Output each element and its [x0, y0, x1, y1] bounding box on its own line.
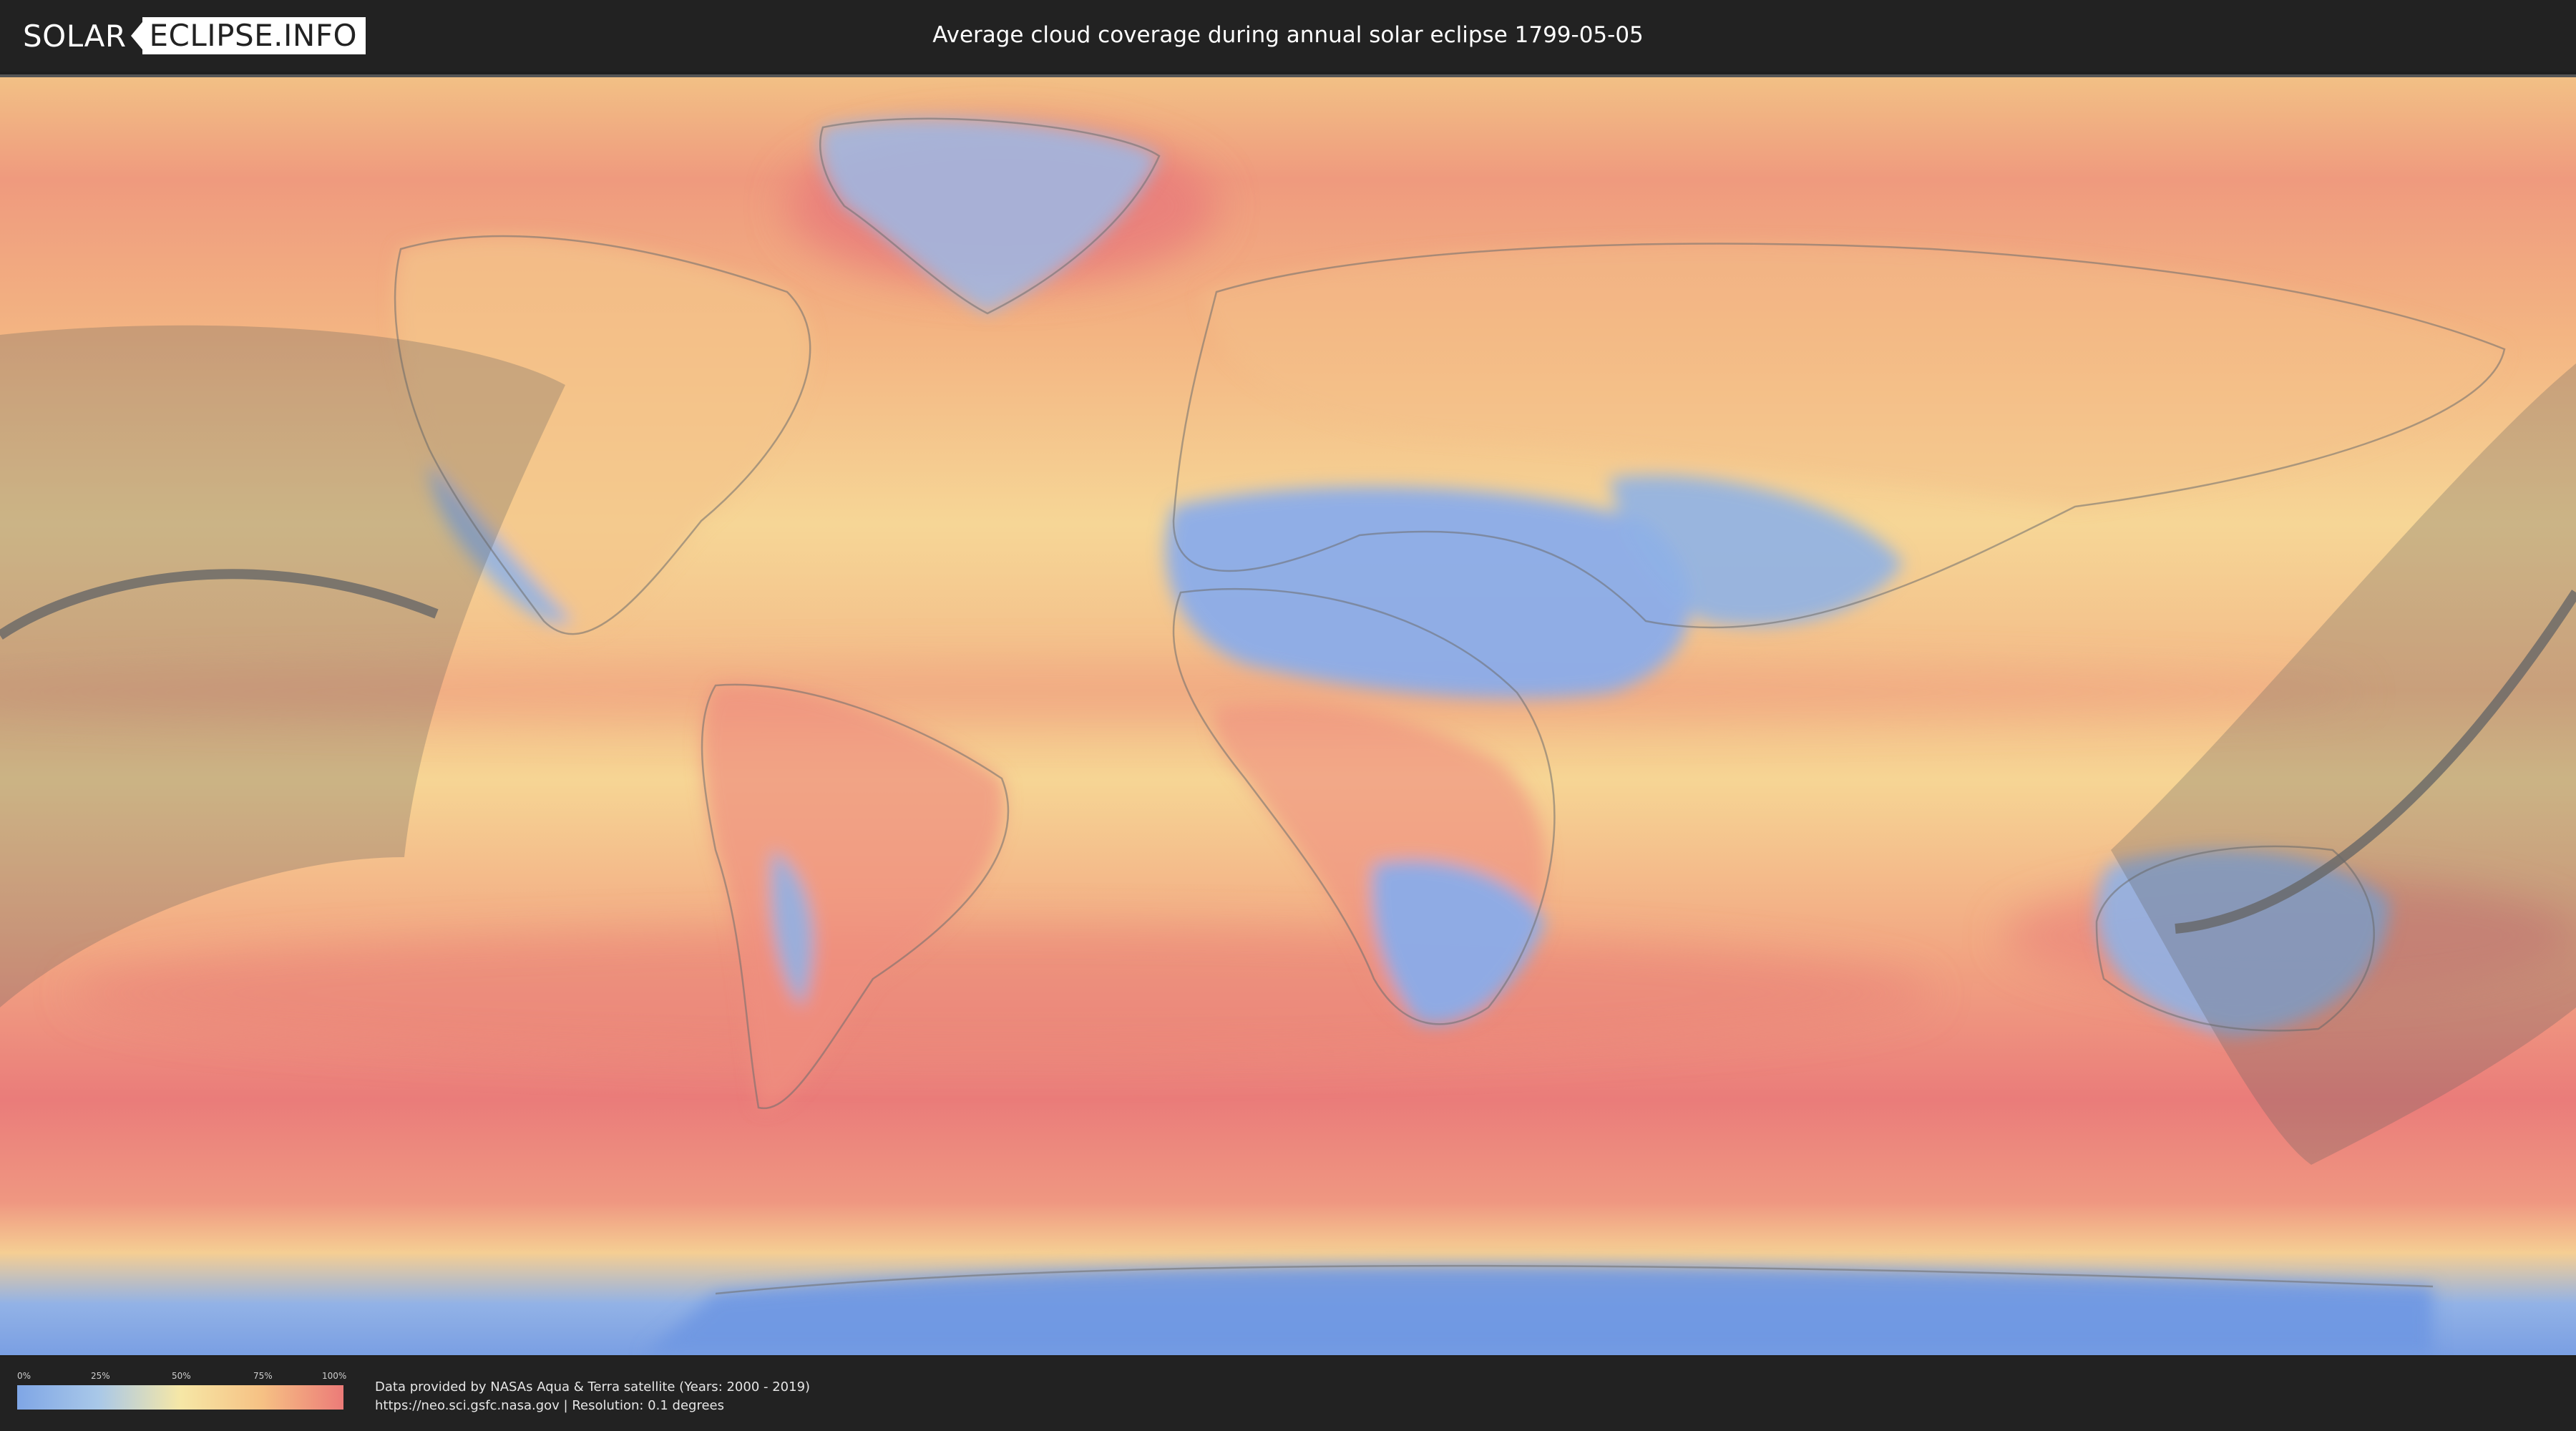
legend-ticks: 0% 25% 50% 75% 100% — [17, 1371, 347, 1385]
legend-tick-50: 50% — [172, 1371, 191, 1381]
page-title: Average cloud coverage during annual sol… — [932, 22, 1644, 48]
credit-line-url[interactable]: https://neo.sci.gsfc.nasa.gov | Resoluti… — [375, 1397, 810, 1415]
cloud-coverage-map[interactable] — [0, 74, 2576, 1355]
legend-tick-100: 100% — [322, 1371, 347, 1381]
legend-tick-25: 25% — [91, 1371, 110, 1381]
map-canvas — [0, 77, 2576, 1355]
cloud-coverage-legend: 0% 25% 50% 75% 100% — [17, 1371, 347, 1410]
data-credits: Data provided by NASAs Aqua & Terra sate… — [375, 1378, 810, 1415]
credit-line-source: Data provided by NASAs Aqua & Terra sate… — [375, 1379, 811, 1395]
footer-bar: 0% 25% 50% 75% 100% Data provided by NAS… — [0, 1357, 2576, 1431]
legend-tick-75: 75% — [253, 1371, 273, 1381]
legend-gradient-bar — [17, 1385, 343, 1410]
legend-tick-0: 0% — [17, 1371, 31, 1381]
header-bar: SOLAR ECLIPSE.INFO Average cloud coverag… — [0, 0, 2576, 72]
